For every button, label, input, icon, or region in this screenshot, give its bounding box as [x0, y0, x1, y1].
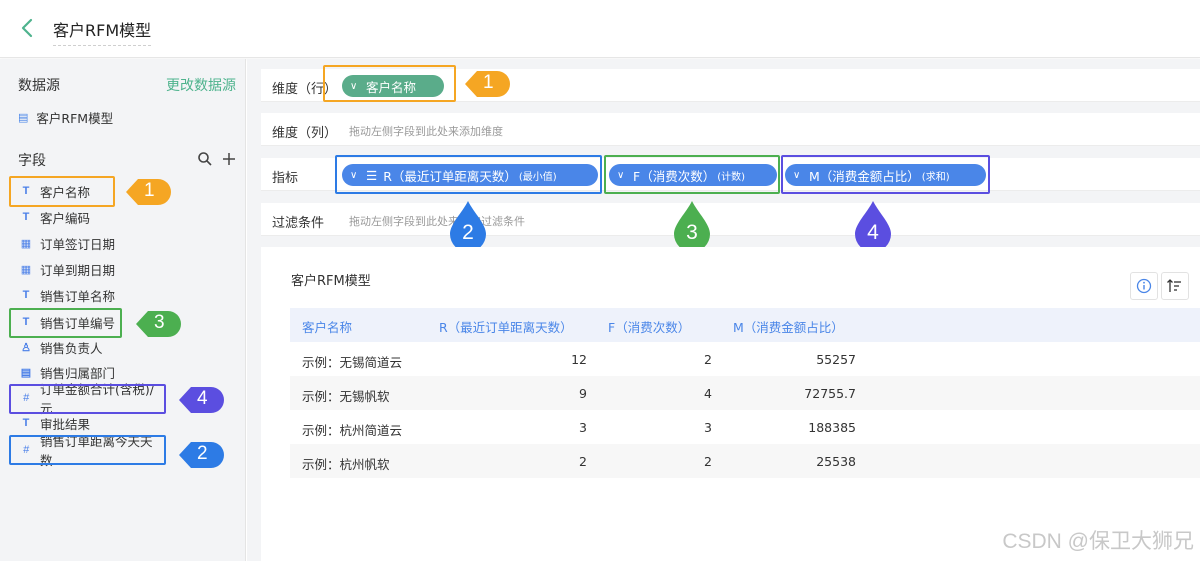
back-arrow-icon[interactable] — [14, 14, 42, 42]
filter-hint: 拖动左侧字段到此处来添加过滤条件 — [349, 215, 525, 228]
field-label: 订单到期日期 — [40, 262, 116, 278]
top-bar: 客户RFM模型 — [0, 0, 1200, 58]
table-cell: 9 — [579, 386, 587, 401]
field-label: 客户名称 — [40, 184, 91, 200]
text-type-icon: T — [22, 417, 30, 429]
table-title: 客户RFM模型 — [291, 274, 371, 289]
field-label: 销售订单名称 — [40, 288, 116, 304]
column-header[interactable]: 客户名称 — [290, 308, 428, 342]
field-item[interactable]: ▦ 订单签订日期 — [12, 230, 162, 256]
user-type-icon: ♙ — [21, 341, 31, 354]
table-cell: 188385 — [808, 420, 856, 435]
badge-measure-2: 2 — [448, 200, 488, 252]
cols-dimension-hint: 拖动左侧字段到此处来添加维度 — [349, 125, 503, 138]
column-header[interactable]: M（消费金额占比） — [722, 308, 866, 342]
cols-dimension-shelf[interactable]: 维度（列） 拖动左侧字段到此处来添加维度 — [261, 113, 1200, 146]
badge-rows-shelf-1: 1 — [463, 68, 511, 100]
chevron-down-icon: ∨ — [350, 80, 358, 92]
badge-field-4: 4 — [177, 384, 225, 416]
table-cell: 示例：杭州简道云 — [302, 423, 403, 438]
rows-dimension-pill[interactable]: ∨ 客户名称 — [342, 75, 444, 97]
table-cell: 3 — [704, 420, 712, 435]
field-item[interactable]: # 订单金额合计(含税)/元 — [12, 382, 162, 416]
table-cell: 2 — [704, 454, 712, 469]
field-label: 销售订单编号 — [40, 315, 116, 331]
filter-label: 过滤条件 — [272, 216, 325, 231]
add-field-icon[interactable] — [221, 151, 237, 167]
field-label: 销售负责人 — [40, 340, 103, 356]
date-type-icon: ▦ — [20, 237, 32, 250]
field-label: 销售订单距离今天天数 — [40, 434, 153, 468]
number-type-icon: # — [22, 444, 30, 456]
table-cell: 4 — [704, 386, 712, 401]
table-cell: 72755.7 — [804, 386, 856, 401]
table-cell: 2 — [579, 454, 587, 469]
info-button[interactable] — [1130, 272, 1158, 300]
badge-field-3: 3 — [134, 308, 182, 340]
badge-field-2: 2 — [177, 439, 225, 471]
sort-order-icon — [1167, 279, 1181, 292]
field-item[interactable]: T 销售订单名称 — [12, 282, 162, 308]
field-item[interactable]: ▦ 订单到期日期 — [12, 256, 162, 282]
field-label: 客户编码 — [40, 210, 91, 226]
table-cell: 示例：杭州帆软 — [302, 457, 390, 472]
table-cell: 2 — [704, 352, 712, 367]
table-cell: 55257 — [816, 352, 856, 367]
measure-pill-m[interactable]: ∨ M（消费金额占比） (求和) — [785, 164, 986, 186]
chevron-down-icon: ∨ — [350, 169, 358, 181]
table-cell: 12 — [571, 352, 587, 367]
text-type-icon: T — [22, 211, 30, 223]
text-type-icon: T — [22, 185, 30, 197]
info-icon — [1136, 278, 1152, 294]
column-header-empty — [866, 308, 1200, 342]
chevron-down-icon: ∨ — [793, 169, 801, 181]
text-type-icon: T — [22, 316, 30, 328]
table-cell: 示例：无锡帆软 — [302, 389, 390, 404]
field-item[interactable]: # 销售订单距离今天天数 — [12, 434, 162, 468]
number-type-icon: # — [22, 392, 30, 404]
sort-icon: ☰ — [366, 167, 378, 183]
measure-pill-r[interactable]: ∨ ☰ R（最近订单距离天数） (最小值) — [342, 164, 598, 186]
column-header[interactable]: F（消费次数） — [597, 308, 722, 342]
page-title[interactable]: 客户RFM模型 — [53, 17, 152, 46]
datasource-item[interactable]: ▤ 客户RFM模型 — [18, 108, 113, 127]
table-cell: 3 — [579, 420, 587, 435]
table-cell: 25538 — [816, 454, 856, 469]
badge-measure-4: 4 — [853, 200, 893, 252]
column-header[interactable]: R（最近订单距离天数） — [428, 308, 597, 342]
text-type-icon: T — [22, 289, 30, 301]
sort-button[interactable] — [1161, 272, 1189, 300]
chevron-down-icon: ∨ — [617, 169, 625, 181]
field-label: 审批结果 — [40, 416, 91, 432]
datasource-heading: 数据源 — [18, 78, 60, 94]
search-icon[interactable] — [197, 151, 213, 167]
table-cell: 示例：无锡简道云 — [302, 355, 403, 370]
filter-shelf[interactable]: 过滤条件 拖动左侧字段到此处来添加过滤条件 — [261, 203, 1200, 236]
dept-type-icon: ▤ — [20, 366, 32, 379]
rows-dimension-label: 维度（行） — [272, 82, 338, 97]
watermark: CSDN @保卫大狮兄 — [1002, 530, 1194, 553]
cols-dimension-label: 维度（列） — [272, 126, 338, 141]
datasource-name: 客户RFM模型 — [36, 111, 114, 126]
field-label: 订单签订日期 — [40, 236, 116, 252]
measures-label: 指标 — [272, 171, 299, 186]
badge-field-1: 1 — [124, 176, 172, 208]
measure-pill-f[interactable]: ∨ F（消费次数） (计数) — [609, 164, 777, 186]
date-type-icon: ▦ — [20, 263, 32, 276]
table-icon: ▤ — [18, 111, 29, 124]
change-datasource-link[interactable]: 更改数据源 — [166, 75, 236, 95]
badge-measure-3: 3 — [672, 200, 712, 252]
fields-heading: 字段 — [18, 153, 46, 169]
